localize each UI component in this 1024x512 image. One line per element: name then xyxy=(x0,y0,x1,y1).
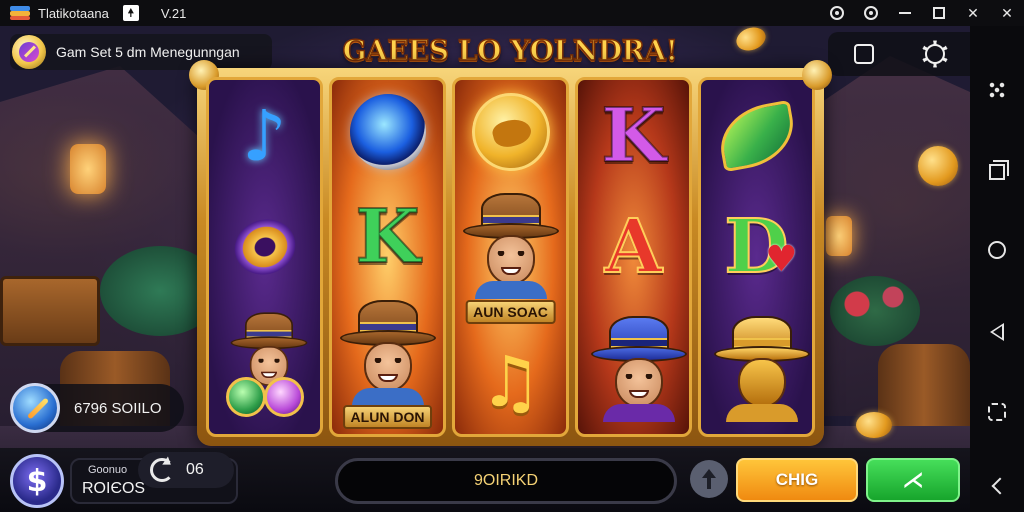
collapse-button[interactable] xyxy=(970,466,1024,506)
symbol-letter-d-green: D ♥ xyxy=(723,203,798,290)
bet-selector[interactable]: 06 xyxy=(138,452,234,488)
record-icon xyxy=(830,6,844,20)
screenshot-icon xyxy=(988,403,1006,421)
window-controls: ✕ ✕ xyxy=(820,0,1024,26)
balance-display[interactable]: 6796 SOIILO xyxy=(10,383,184,433)
slot-reel-frame: ♪ K ALUN DON AUN SOAC ♫ K A D ♥ xyxy=(189,60,832,446)
stat-value: RОІЄОS xyxy=(82,480,146,497)
reel-2: K ALUN DON xyxy=(329,77,446,437)
reel-1: ♪ xyxy=(206,77,323,437)
symbol-character-gold xyxy=(712,313,810,423)
auto-spin-button[interactable]: ⋌ xyxy=(866,458,960,502)
symbol-coin-gold xyxy=(466,87,556,177)
minimize-button[interactable] xyxy=(888,0,922,26)
character-name-plate: AUN SOAC xyxy=(465,299,556,324)
symbol-note-gold: ♫ xyxy=(479,340,542,423)
spin-button[interactable]: CHIG xyxy=(736,458,858,502)
bet-up-button[interactable] xyxy=(690,460,728,498)
more-options-button[interactable] xyxy=(970,70,1024,110)
background-lantern-right xyxy=(826,216,852,256)
more-dots-icon xyxy=(989,82,1005,98)
symbol-leaf-gem xyxy=(712,91,802,181)
symbol-character-hat: ALUN DON xyxy=(333,297,443,429)
settings-ring-icon xyxy=(864,6,878,20)
message-bar: 9OIRIKD xyxy=(335,458,677,504)
recents-button[interactable] xyxy=(970,152,1024,192)
app-logo-icon xyxy=(10,6,30,20)
reel-5: D ♥ xyxy=(698,77,815,437)
minimize-icon xyxy=(899,12,911,14)
character-name-plate: ALUN DON xyxy=(342,404,433,429)
character-icon xyxy=(589,316,687,423)
home-button[interactable] xyxy=(970,230,1024,270)
quill-badge-icon xyxy=(12,35,46,69)
wallet-button[interactable]: $ xyxy=(10,454,64,508)
purple-orb-icon xyxy=(263,377,304,418)
close-emulator-button[interactable]: ✕ xyxy=(990,0,1024,26)
gear-icon[interactable] xyxy=(924,44,945,64)
dollar-icon: $ xyxy=(26,463,48,499)
symbol-gem-blue xyxy=(343,87,433,177)
back-icon xyxy=(990,323,1004,341)
recents-icon xyxy=(989,160,1009,180)
background-flowers xyxy=(830,276,920,346)
fullscreen-square-icon[interactable] xyxy=(853,44,874,64)
game-mode-pill[interactable]: Gam Set 5 dm Menegunngan xyxy=(10,34,272,70)
game-mode-label: Gam Set 5 dm Menegunngan xyxy=(56,44,240,60)
game-viewport[interactable]: Gam Set 5 dm Menegunngan GAEES LO YOLNDR… xyxy=(0,26,970,512)
symbol-note-blue: ♪ xyxy=(242,94,287,177)
refresh-icon xyxy=(150,458,174,482)
chevron-left-icon xyxy=(991,477,1009,495)
back-button[interactable] xyxy=(970,312,1024,352)
home-icon xyxy=(988,241,1006,259)
symbol-letter-k-purple: K xyxy=(600,92,666,179)
floating-coin xyxy=(856,412,892,438)
pin-icon[interactable] xyxy=(122,5,139,21)
symbol-coin-ring xyxy=(219,202,310,292)
character-icon xyxy=(712,316,810,423)
floating-coin xyxy=(918,146,958,186)
maximize-icon xyxy=(933,7,945,19)
close-window-button[interactable]: ✕ xyxy=(956,0,990,26)
background-crate xyxy=(0,276,100,346)
symbol-letter-a-red: A xyxy=(604,203,663,290)
emulator-nav-bar xyxy=(970,26,1024,512)
symbol-character-blue-hat xyxy=(589,313,687,423)
window-titlebar: Tlatikotaana V.21 ✕ ✕ xyxy=(0,0,1024,26)
game-title: GAEES LO YOLNDRA! xyxy=(342,33,679,68)
green-orb-icon xyxy=(225,377,266,418)
screenshot-button[interactable] xyxy=(970,392,1024,432)
floating-coin xyxy=(733,26,769,55)
character-icon xyxy=(461,192,561,299)
background-lantern-left xyxy=(70,144,106,194)
settings-ring-button[interactable] xyxy=(854,0,888,26)
symbol-character-center: AUN SOAC xyxy=(456,192,566,324)
window-title: Tlatikotaana xyxy=(38,5,109,21)
close-icon: ✕ xyxy=(1001,4,1013,21)
maximize-button[interactable] xyxy=(922,0,956,26)
heart-icon: ♥ xyxy=(765,238,798,280)
version-label: V.21 xyxy=(160,5,187,21)
up-arrow-icon xyxy=(702,468,716,489)
bet-value: 06 xyxy=(186,461,204,478)
record-button[interactable] xyxy=(820,0,854,26)
symbol-letter-k-green: K xyxy=(354,193,420,280)
reels-container: ♪ K ALUN DON AUN SOAC ♫ K A D ♥ xyxy=(206,77,815,437)
stat-label: Goonuo xyxy=(88,464,128,476)
balance-value: 6796 SOIILO xyxy=(74,399,162,417)
character-icon xyxy=(338,299,438,406)
close-icon: ✕ xyxy=(967,4,979,21)
reel-3: AUN SOAC ♫ xyxy=(452,77,569,437)
balance-feather-icon xyxy=(10,383,60,433)
symbol-character-orbs xyxy=(220,312,310,423)
reel-4: K A xyxy=(575,77,692,437)
top-right-controls xyxy=(828,32,970,76)
